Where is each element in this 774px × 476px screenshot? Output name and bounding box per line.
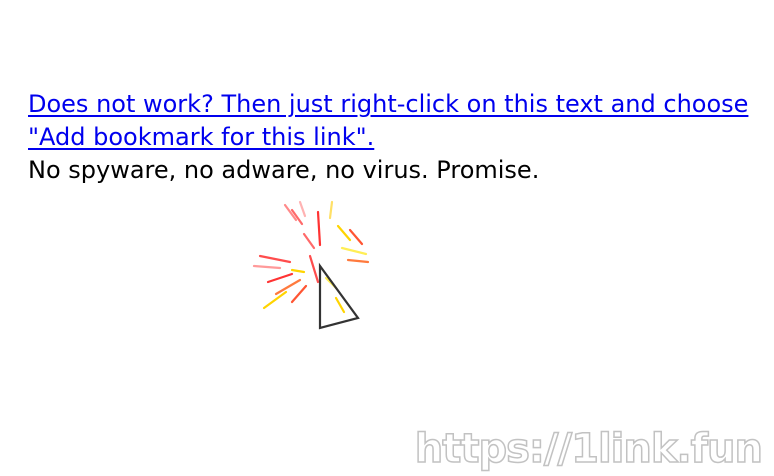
main-content: Does not work? Then just right-click on … (28, 88, 758, 187)
watermark-text: https://1link.fun (414, 425, 764, 473)
bookmark-link[interactable]: Does not work? Then just right-click on … (28, 90, 748, 151)
no-spyware-note: No spyware, no adware, no virus. Promise… (28, 156, 540, 184)
cursor-sparkle-icon (252, 200, 370, 330)
page: Does not work? Then just right-click on … (0, 0, 774, 476)
